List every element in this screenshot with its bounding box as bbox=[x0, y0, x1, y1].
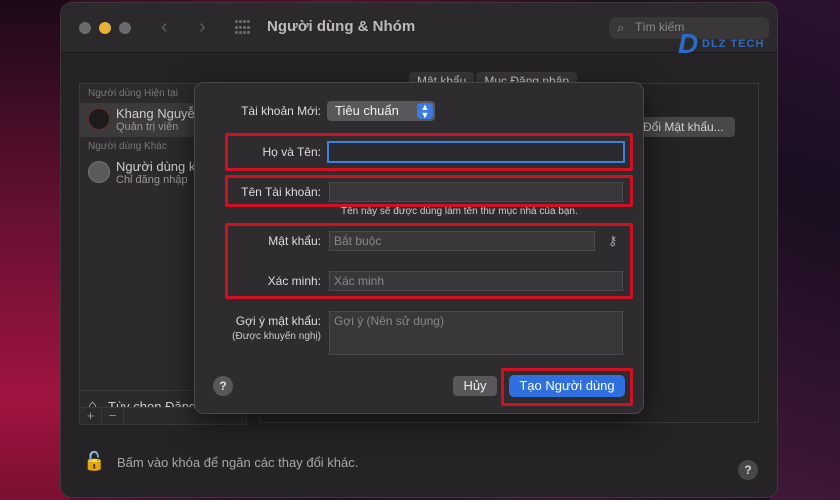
lock-row: 🔓 Bấm vào khóa để ngăn các thay đổi khác… bbox=[83, 451, 359, 471]
account-type-value: Tiêu chuẩn bbox=[335, 103, 399, 118]
remove-user-button[interactable]: − bbox=[102, 408, 124, 424]
title-bar: ‹ › Người dùng & Nhóm ⌕ Tìm kiếm bbox=[61, 3, 777, 53]
password-hint-field[interactable]: Gợi ý (Nên sử dụng) bbox=[329, 311, 623, 355]
highlight-fullname bbox=[225, 133, 633, 171]
account-name-hint: Tên này sẽ được dùng làm tên thư mục nhà… bbox=[341, 206, 578, 217]
hint-sublabel: (Được khuyến nghị) bbox=[232, 331, 321, 342]
account-type-label: Tài khoản Mới: bbox=[241, 104, 321, 118]
search-icon: ⌕ bbox=[617, 20, 625, 35]
forward-arrow-icon[interactable]: › bbox=[199, 16, 206, 39]
chevron-updown-icon: ▲ ▼ bbox=[417, 103, 433, 120]
highlight-create-button bbox=[501, 368, 633, 406]
help-button[interactable]: ? bbox=[738, 460, 758, 480]
logo-text: DLZ TECH bbox=[702, 38, 765, 50]
minimize-button[interactable] bbox=[99, 22, 111, 34]
change-password-button[interactable]: Đổi Mật khẩu... bbox=[637, 117, 735, 137]
zoom-button[interactable] bbox=[119, 22, 131, 34]
dialog-help-button[interactable]: ? bbox=[213, 376, 233, 396]
account-type-select[interactable]: Tiêu chuẩn ▲ ▼ bbox=[327, 101, 435, 121]
watermark-logo: D DLZ TECH bbox=[674, 28, 798, 59]
window-title: Người dùng & Nhóm bbox=[267, 18, 416, 35]
show-all-grid-icon[interactable] bbox=[235, 20, 251, 36]
close-button[interactable] bbox=[79, 22, 91, 34]
new-user-dialog: Tài khoản Mới: Tiêu chuẩn ▲ ▼ Họ và Tên: … bbox=[194, 82, 644, 414]
hint-label: Gợi ý mật khẩu: bbox=[235, 314, 321, 328]
logo-mark-icon: D bbox=[678, 28, 699, 59]
lock-open-icon[interactable]: 🔓 bbox=[83, 451, 105, 472]
back-arrow-icon[interactable]: ‹ bbox=[161, 16, 168, 39]
lock-text: Bấm vào khóa để ngăn các thay đổi khác. bbox=[117, 455, 359, 470]
desktop-background-right bbox=[770, 0, 840, 500]
highlight-password bbox=[225, 223, 633, 299]
avatar bbox=[88, 161, 110, 183]
highlight-account-name bbox=[225, 175, 633, 207]
avatar bbox=[88, 108, 110, 130]
cancel-button[interactable]: Hủy bbox=[453, 376, 497, 396]
add-user-button[interactable]: + bbox=[80, 408, 102, 424]
